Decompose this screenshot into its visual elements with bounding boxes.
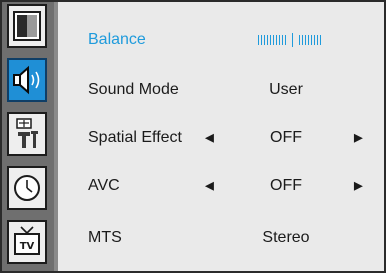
category-sidebar: TV <box>2 2 58 271</box>
avc-value: OFF <box>270 177 302 194</box>
spatial-effect-label: Spatial Effect <box>88 129 182 146</box>
balance-tick-right <box>314 35 315 45</box>
menu-row-sound-mode[interactable]: Sound Mode User <box>60 66 384 116</box>
tab-channel[interactable]: TV <box>7 220 47 264</box>
balance-tick-left <box>261 35 262 45</box>
mts-label: MTS <box>88 229 122 246</box>
balance-tick-right <box>320 35 321 45</box>
balance-tick-right <box>308 35 309 45</box>
tab-timer[interactable] <box>7 166 47 210</box>
menu-row-mts[interactable]: MTS Stereo <box>60 214 384 264</box>
avc-left-arrow[interactable]: ◄ <box>202 178 217 195</box>
spatial-effect-right-arrow[interactable]: ► <box>351 130 366 147</box>
sound-mode-value: User <box>269 81 303 98</box>
balance-tick-right <box>299 35 300 45</box>
balance-tick-left <box>279 35 280 45</box>
balance-tick-right <box>317 35 318 45</box>
balance-tick-left <box>264 35 265 45</box>
balance-slider[interactable] <box>258 33 323 47</box>
balance-tick-left <box>270 35 271 45</box>
balance-label: Balance <box>88 31 146 48</box>
tab-sound[interactable] <box>7 58 47 102</box>
balance-tick-left <box>285 35 286 45</box>
spatial-effect-value: OFF <box>270 129 302 146</box>
picture-icon <box>13 11 41 41</box>
avc-right-arrow[interactable]: ► <box>351 178 366 195</box>
tab-picture[interactable] <box>7 4 47 48</box>
menu-row-balance[interactable]: Balance <box>60 16 384 66</box>
menu-row-spatial-effect[interactable]: Spatial Effect ◄ OFF ► <box>60 114 384 164</box>
tv-icon: TV <box>14 226 40 255</box>
tools-icon <box>16 118 38 148</box>
balance-center-marker <box>292 33 293 47</box>
balance-tick-left <box>273 35 274 45</box>
menu-panel: Balance Sound Mode User Spatial Effect ◄… <box>60 2 384 271</box>
balance-tick-right <box>311 35 312 45</box>
menu-row-avc[interactable]: AVC ◄ OFF ► <box>60 162 384 212</box>
tab-setup[interactable] <box>7 112 47 156</box>
balance-tick-left <box>276 35 277 45</box>
speaker-icon <box>13 65 40 95</box>
balance-tick-left <box>267 35 268 45</box>
sound-mode-label: Sound Mode <box>88 81 179 98</box>
svg-text:TV: TV <box>20 241 35 252</box>
balance-tick-left <box>258 35 259 45</box>
balance-tick-left <box>282 35 283 45</box>
avc-label: AVC <box>88 177 120 194</box>
mts-value: Stereo <box>262 229 310 246</box>
balance-tick-right <box>305 35 306 45</box>
spatial-effect-left-arrow[interactable]: ◄ <box>202 130 217 147</box>
balance-tick-right <box>302 35 303 45</box>
sound-settings-osd: TV Balance Sound Mode User Spatial Effec… <box>0 0 386 273</box>
clock-icon <box>14 175 40 201</box>
